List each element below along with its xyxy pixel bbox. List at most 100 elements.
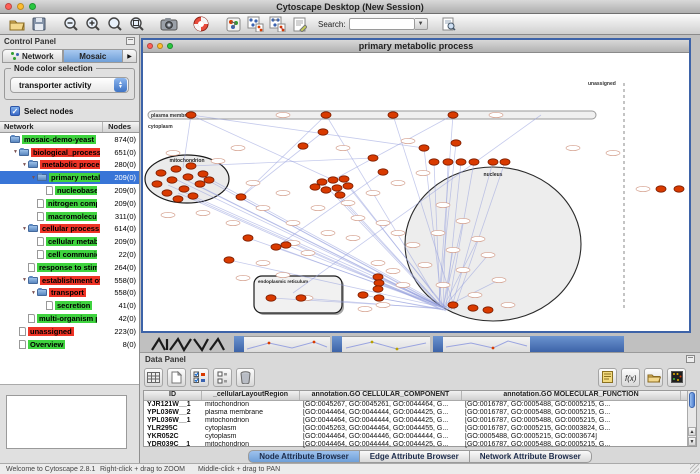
tab-node-attribute-browser[interactable]: Node Attribute Browser <box>248 450 360 463</box>
tab-network-attribute-browser[interactable]: Network Attribute Browser <box>470 450 592 463</box>
disclosure-triangle[interactable]: ▼ <box>30 175 37 181</box>
column-header-0[interactable]: ID <box>144 391 202 400</box>
network-node[interactable] <box>179 186 189 192</box>
background-window-fragment-6[interactable] <box>433 336 443 352</box>
network-node[interactable] <box>373 274 383 280</box>
network-node[interactable] <box>171 166 181 172</box>
network-node[interactable] <box>443 159 453 165</box>
network-node[interactable] <box>271 244 281 250</box>
tree-item-primary-metabolic-process[interactable]: ▼primary metabolic process209(0) <box>0 171 139 184</box>
tab-edge-attribute-browser[interactable]: Edge Attribute Browser <box>360 450 470 463</box>
network-node[interactable] <box>358 292 368 298</box>
more-tabs-arrow[interactable]: ▶ <box>123 49 137 63</box>
network-node[interactable] <box>332 185 342 191</box>
tree-item-biological-process[interactable]: ▼biological_process651(0) <box>0 146 139 159</box>
network-node[interactable] <box>281 242 291 248</box>
network-node[interactable] <box>198 171 208 177</box>
network-node[interactable] <box>266 295 276 301</box>
network-node[interactable] <box>368 155 378 161</box>
disclosure-triangle[interactable]: ▼ <box>12 149 19 155</box>
disclosure-triangle[interactable]: ▼ <box>21 277 28 283</box>
table-row[interactable]: YJR121W__1mitochondrion[GO:0045267, GO:0… <box>144 401 687 409</box>
network-node[interactable] <box>448 112 458 118</box>
tree-item-cell-communication[interactable]: cell communication22(0) <box>0 248 139 261</box>
network-node[interactable] <box>162 190 172 196</box>
background-window-fragment-1[interactable] <box>150 336 228 352</box>
network-node[interactable] <box>488 159 498 165</box>
import-attributes-icon[interactable] <box>644 368 663 387</box>
tree-item-transport[interactable]: ▼transport558(0) <box>0 287 139 300</box>
resize-grip[interactable] <box>690 464 699 473</box>
network-node[interactable] <box>296 295 306 301</box>
open-icon[interactable] <box>6 15 28 34</box>
attribute-browser-icon[interactable] <box>144 368 163 387</box>
help-icon[interactable] <box>190 15 212 34</box>
network-node[interactable] <box>483 307 493 313</box>
annotation-icon[interactable] <box>288 15 310 34</box>
tree-item-secretion[interactable]: secretion41(0) <box>0 299 139 312</box>
scroll-up-arrow[interactable]: ▲ <box>688 427 696 436</box>
network-snapshot-icon[interactable] <box>158 15 180 34</box>
table-row[interactable]: YPL036W__1mitochondrion[GO:0044464, GO:0… <box>144 417 687 425</box>
birdseye-view-panel[interactable] <box>6 395 127 449</box>
network-node[interactable] <box>317 179 327 185</box>
data-panel-float-icon[interactable] <box>686 355 695 363</box>
save-icon[interactable] <box>28 15 50 34</box>
network-node[interactable] <box>373 286 383 292</box>
tree-item-nitrogen-compound[interactable]: nitrogen compound209(0) <box>0 197 139 210</box>
tree-item-establishment-of-loc[interactable]: ▼establishment of loc558(0) <box>0 274 139 287</box>
zoom-fit-icon[interactable] <box>104 15 126 34</box>
network-node[interactable] <box>656 186 666 192</box>
tree-item-cellular-process[interactable]: ▼cellular process614(0) <box>0 223 139 236</box>
background-window-fragment-5[interactable] <box>342 336 430 352</box>
network-node[interactable] <box>429 159 439 165</box>
network-node[interactable] <box>451 140 461 146</box>
disclosure-triangle[interactable]: ▼ <box>30 290 37 296</box>
network-canvas[interactable]: plasma membranecytoplasmmitochondrionnuc… <box>143 53 689 331</box>
attribute-matrix-icon[interactable] <box>667 368 686 387</box>
table-row[interactable]: YDR039C__1mitochondrion[GO:0044464, GO:0… <box>144 441 687 449</box>
column-header-2[interactable]: annotation.GO CELLULAR_COMPONENT <box>300 391 462 400</box>
table-row[interactable]: YKR052Ccytoplasm[GO:0044464, GO:0044446,… <box>144 433 687 441</box>
search-options-icon[interactable] <box>438 15 460 34</box>
column-header-1[interactable]: _cellularLayoutRegion <box>202 391 300 400</box>
network-node[interactable] <box>469 159 479 165</box>
network-node[interactable] <box>388 112 398 118</box>
tree-item-multi-organism-proc[interactable]: multi-organism proc42(0) <box>0 312 139 325</box>
zoom-in-icon[interactable] <box>82 15 104 34</box>
tab-mosaic[interactable]: Mosaic <box>63 49 124 63</box>
create-view-icon[interactable] <box>266 15 288 34</box>
tree-item-mosaic-demo-yeast[interactable]: mosaic-demo-yeast874(0) <box>0 133 139 146</box>
unselect-attributes-icon[interactable] <box>213 368 232 387</box>
tree-item-nucleobase-cont[interactable]: nucleobase-cont209(0) <box>0 184 139 197</box>
notes-icon[interactable] <box>598 368 617 387</box>
network-node[interactable] <box>243 235 253 241</box>
network-node[interactable] <box>173 196 183 202</box>
scroll-down-arrow[interactable]: ▼ <box>688 437 696 446</box>
network-node[interactable] <box>674 186 684 192</box>
disclosure-triangle[interactable]: ▼ <box>21 162 28 168</box>
network-node[interactable] <box>335 192 345 198</box>
network-node[interactable] <box>321 112 331 118</box>
vizmapper-icon[interactable] <box>222 15 244 34</box>
disclosure-triangle[interactable]: ▼ <box>21 226 28 232</box>
network-node[interactable] <box>204 177 214 183</box>
tree-item-unassigned[interactable]: unassigned223(0) <box>0 325 139 338</box>
network-node[interactable] <box>156 170 166 176</box>
network-node[interactable] <box>378 169 388 175</box>
background-window-fragment-8[interactable] <box>530 336 624 352</box>
scrollbar-thumb[interactable] <box>689 392 695 408</box>
network-node[interactable] <box>468 305 478 311</box>
network-node[interactable] <box>236 194 246 200</box>
tree-item-overview[interactable]: Overview8(0) <box>0 338 139 351</box>
network-node[interactable] <box>186 163 196 169</box>
network-node[interactable] <box>448 302 458 308</box>
formula-icon[interactable]: f(x) <box>621 368 640 387</box>
tree-item-metabolic-process[interactable]: ▼metabolic process280(0) <box>0 159 139 172</box>
network-node[interactable] <box>183 174 193 180</box>
create-network-icon[interactable] <box>244 15 266 34</box>
network-node[interactable] <box>195 181 205 187</box>
network-node[interactable] <box>500 159 510 165</box>
tree-item-macromolecule[interactable]: macromolecule311(0) <box>0 210 139 223</box>
network-node[interactable] <box>186 112 196 118</box>
